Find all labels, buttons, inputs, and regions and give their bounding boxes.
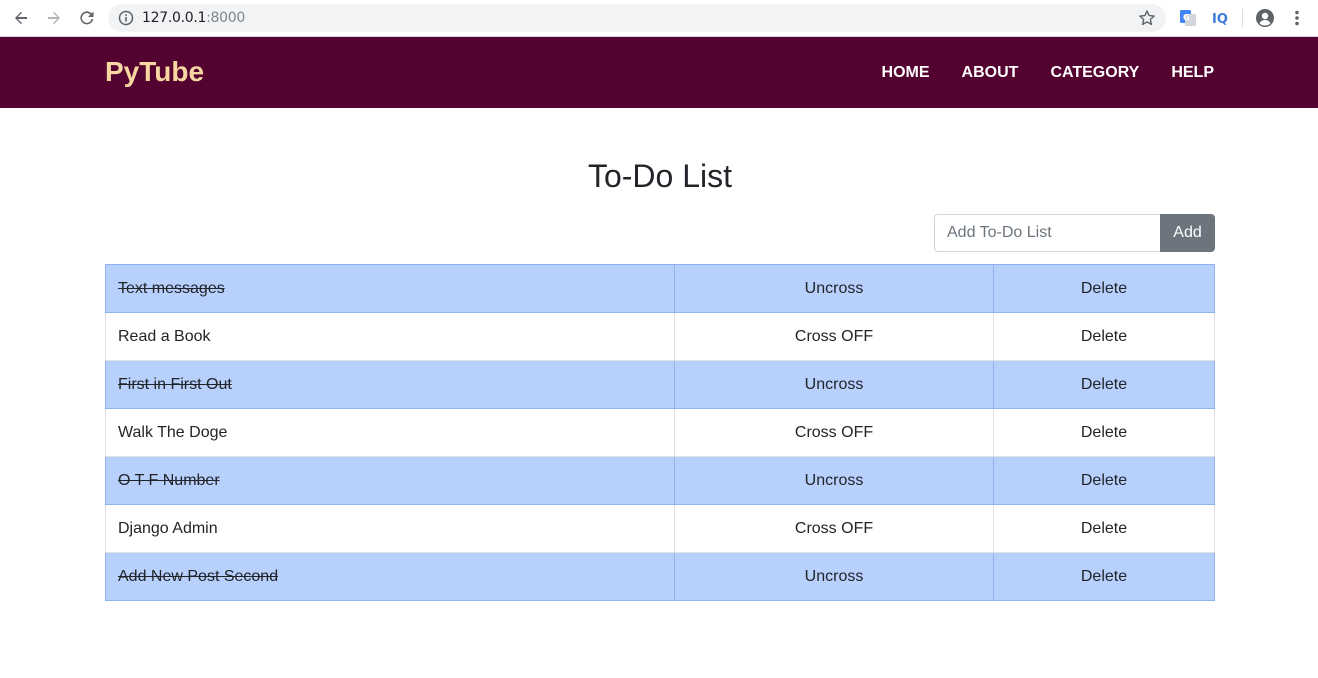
delete-button[interactable]: Delete [1081, 424, 1127, 441]
iq-extension-icon[interactable]: IQ [1210, 8, 1232, 28]
table-row: Add New Post Second Uncross Delete [105, 552, 1215, 601]
add-button[interactable]: Add [1160, 214, 1215, 252]
delete-button[interactable]: Delete [1081, 280, 1127, 297]
reload-icon[interactable] [75, 7, 99, 29]
browser-toolbar: 127.0.0.1:8000 G IQ [0, 0, 1318, 37]
nav-help[interactable]: HELP [1171, 63, 1214, 83]
table-row: Django Admin Cross OFF Delete [105, 504, 1215, 553]
uncross-button[interactable]: Uncross [805, 472, 864, 489]
delete-button[interactable]: Delete [1081, 568, 1127, 585]
todo-item-text: Read a Book [105, 312, 675, 361]
table-row: First in First Out Uncross Delete [105, 360, 1215, 409]
uncross-button[interactable]: Uncross [805, 280, 864, 297]
add-todo-input[interactable] [934, 214, 1160, 252]
todo-item-text: Walk The Doge [105, 408, 675, 457]
uncross-button[interactable]: Uncross [805, 376, 864, 393]
toggle-cell: Cross OFF [674, 408, 994, 457]
table-row: O T F Number Uncross Delete [105, 456, 1215, 505]
site-navbar: PyTube HOME ABOUT CATEGORY HELP [0, 37, 1318, 108]
translate-extension-icon[interactable]: G [1178, 8, 1198, 28]
bookmark-star-icon[interactable] [1138, 9, 1156, 27]
table-row: Text messages Uncross Delete [105, 264, 1215, 313]
delete-button[interactable]: Delete [1081, 520, 1127, 537]
url-port: :8000 [206, 10, 245, 26]
svg-text:G: G [1183, 13, 1190, 22]
delete-button[interactable]: Delete [1081, 328, 1127, 345]
delete-cell: Delete [993, 504, 1215, 553]
page-title: To-Do List [587, 158, 733, 194]
delete-cell: Delete [993, 360, 1215, 409]
menu-dots-icon[interactable] [1288, 8, 1306, 28]
address-bar[interactable]: 127.0.0.1:8000 [108, 4, 1166, 32]
todo-item-text: O T F Number [105, 456, 675, 505]
nav-category[interactable]: CATEGORY [1050, 63, 1139, 83]
todo-item-text: Django Admin [105, 504, 675, 553]
delete-cell: Delete [993, 456, 1215, 505]
toggle-cell: Cross OFF [674, 312, 994, 361]
toggle-cell: Uncross [674, 360, 994, 409]
todo-item-text: Add New Post Second [105, 552, 675, 601]
nav-home[interactable]: HOME [882, 63, 930, 83]
back-icon[interactable] [9, 7, 33, 29]
toggle-cell: Uncross [674, 456, 994, 505]
todo-item-text: First in First Out [105, 360, 675, 409]
table-row: Walk The Doge Cross OFF Delete [105, 408, 1215, 457]
delete-cell: Delete [993, 264, 1215, 313]
url-text: 127.0.0.1:8000 [142, 10, 245, 26]
toggle-cell: Uncross [674, 264, 994, 313]
toolbar-divider [1242, 9, 1243, 27]
url-host: 127.0.0.1 [142, 10, 207, 26]
cross-off-button[interactable]: Cross OFF [795, 424, 873, 441]
delete-cell: Delete [993, 552, 1215, 601]
table-row: Read a Book Cross OFF Delete [105, 312, 1215, 361]
add-todo-form: Add [934, 214, 1215, 252]
profile-avatar-icon[interactable] [1255, 8, 1275, 28]
nav-about[interactable]: ABOUT [962, 63, 1019, 83]
main-content: To-Do List Add Text messages Uncross Delet… [105, 108, 1215, 601]
toggle-cell: Cross OFF [674, 504, 994, 553]
delete-button[interactable]: Delete [1081, 472, 1127, 489]
toggle-cell: Uncross [674, 552, 994, 601]
cross-off-button[interactable]: Cross OFF [795, 520, 873, 537]
cross-off-button[interactable]: Cross OFF [795, 328, 873, 345]
delete-cell: Delete [993, 408, 1215, 457]
info-icon[interactable] [118, 10, 134, 26]
uncross-button[interactable]: Uncross [805, 568, 864, 585]
brand-logo[interactable]: PyTube [105, 56, 204, 88]
todo-item-text: Text messages [105, 264, 675, 313]
svg-text:IQ: IQ [1212, 12, 1228, 26]
forward-icon[interactable] [42, 7, 66, 29]
todo-table: Text messages Uncross Delete Read a Book Cro… [105, 264, 1215, 601]
delete-cell: Delete [993, 312, 1215, 361]
delete-button[interactable]: Delete [1081, 376, 1127, 393]
nav-links: HOME ABOUT CATEGORY HELP [850, 63, 1214, 83]
